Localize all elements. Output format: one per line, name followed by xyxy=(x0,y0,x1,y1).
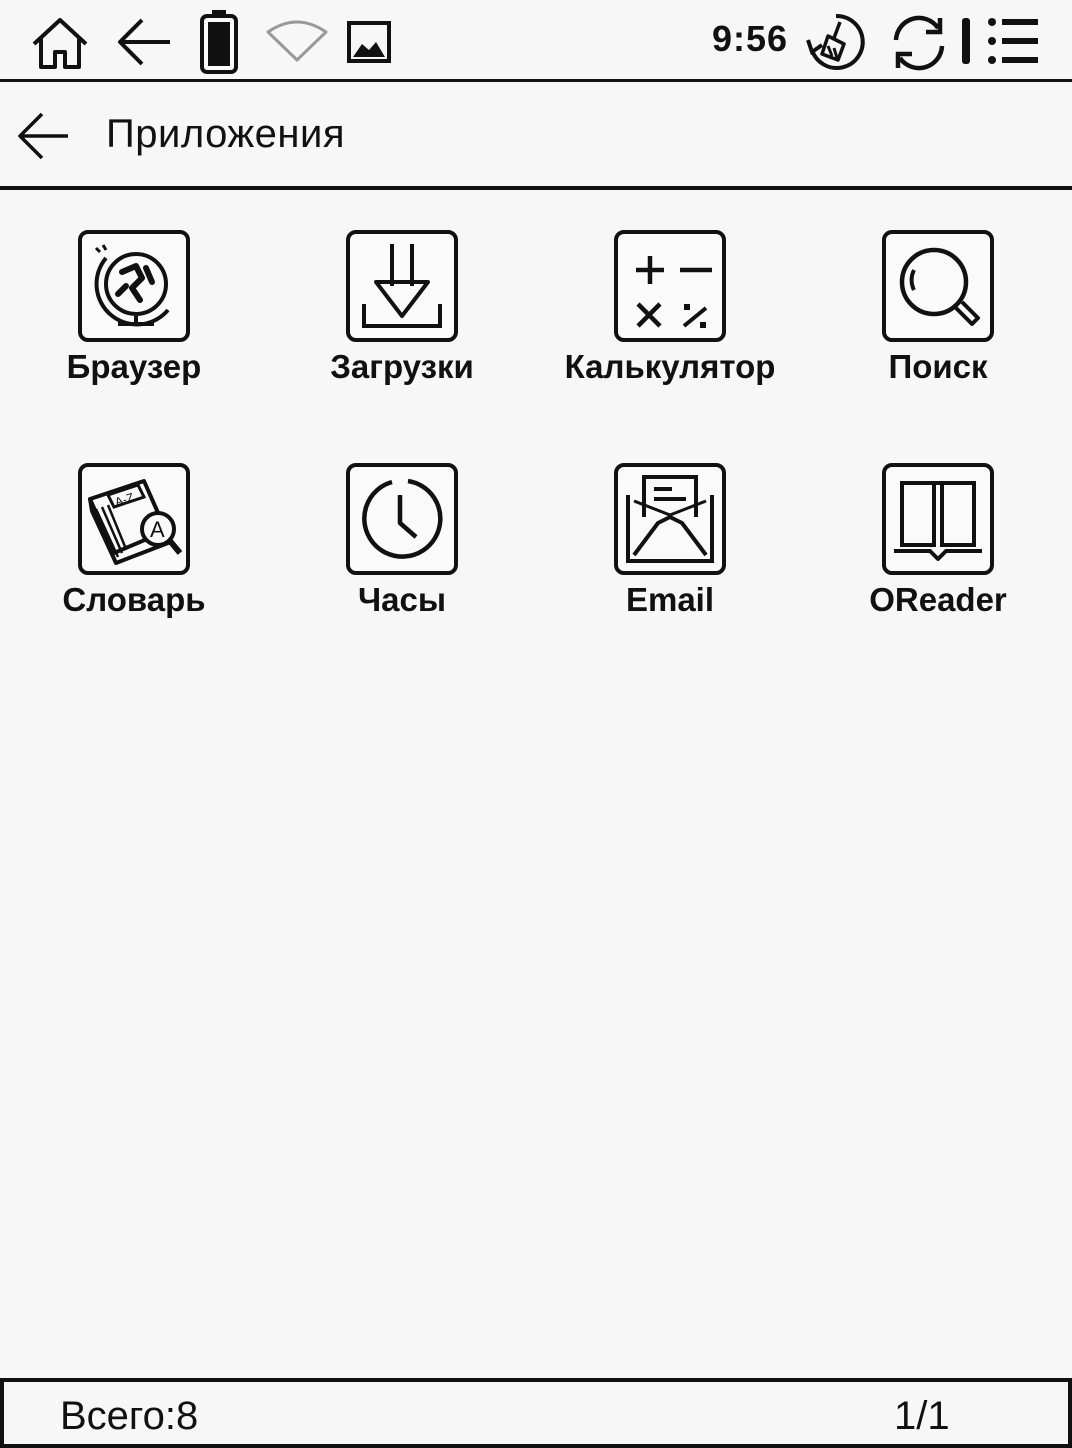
app-tile[interactable] xyxy=(346,230,458,342)
sync-icon[interactable] xyxy=(888,12,950,74)
back-arrow-icon[interactable] xyxy=(16,108,72,164)
app-label: Браузер xyxy=(66,348,202,385)
page-title: Приложения xyxy=(106,112,346,156)
browser-globe-icon xyxy=(94,244,170,327)
calculator-icon xyxy=(636,256,712,328)
app-tile[interactable] xyxy=(346,463,458,575)
total-count: Всего:8 xyxy=(60,1394,199,1438)
battery-icon xyxy=(200,10,238,74)
email-icon xyxy=(626,475,714,563)
app-email[interactable]: Email xyxy=(536,463,804,663)
clean-icon[interactable] xyxy=(804,10,868,74)
clock-time: 9:56 xyxy=(712,18,789,59)
svg-text:A: A xyxy=(150,517,165,542)
app-label: Поиск xyxy=(888,348,988,385)
app-label: Калькулятор xyxy=(564,348,776,385)
app-clock[interactable]: Часы xyxy=(268,463,536,663)
home-icon[interactable] xyxy=(28,12,92,72)
page-header: Приложения xyxy=(0,82,1072,190)
clock-icon xyxy=(362,478,443,559)
app-label: Словарь xyxy=(62,581,206,618)
app-search[interactable]: Поиск xyxy=(804,230,1072,430)
dictionary-icon: A-Z A xyxy=(88,479,182,565)
book-icon xyxy=(894,481,982,561)
wifi-icon xyxy=(266,20,328,62)
download-icon xyxy=(362,244,442,328)
back-arrow-icon[interactable] xyxy=(112,14,174,70)
status-bar: 9:56 xyxy=(0,0,1072,82)
app-dictionary[interactable]: A-Z A Словарь xyxy=(0,463,268,663)
app-tile[interactable]: A-Z A xyxy=(78,463,190,575)
app-tile[interactable] xyxy=(614,463,726,575)
app-oreader[interactable]: OReader xyxy=(804,463,1072,663)
app-downloads[interactable]: Загрузки xyxy=(268,230,536,430)
search-icon xyxy=(899,247,980,326)
image-icon xyxy=(347,21,391,63)
divider xyxy=(962,18,970,64)
app-tile[interactable] xyxy=(78,230,190,342)
page-indicator[interactable]: 1/1 xyxy=(894,1394,950,1439)
app-browser[interactable]: Браузер xyxy=(0,230,268,430)
app-label: OReader xyxy=(869,581,1007,618)
app-tile[interactable] xyxy=(882,463,994,575)
app-tile[interactable] xyxy=(614,230,726,342)
menu-icon[interactable] xyxy=(986,16,1042,66)
app-label: Часы xyxy=(357,581,447,618)
app-tile[interactable] xyxy=(882,230,994,342)
footer-bar: Всего:8 1/1 xyxy=(0,1378,1072,1448)
app-calculator[interactable]: Калькулятор xyxy=(536,230,804,430)
app-label: Email xyxy=(625,581,715,618)
app-label: Загрузки xyxy=(330,348,474,385)
